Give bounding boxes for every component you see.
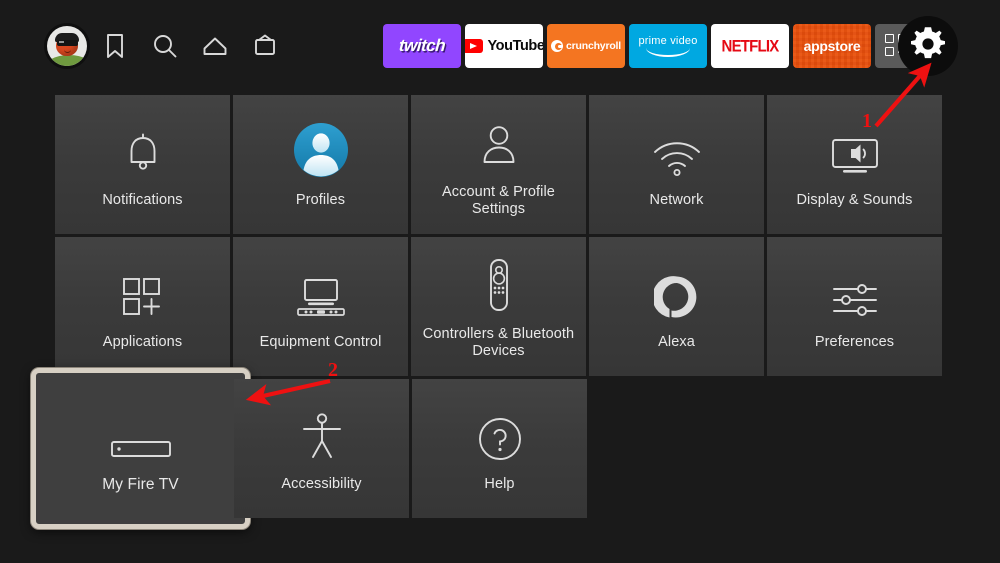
fire-tv-settings-screen: twitch YouTube crunchyroll prime video N…	[0, 0, 1000, 563]
app-label-netflix: NETFLIX	[721, 36, 780, 56]
tile-label: Help	[484, 476, 515, 492]
settings-tile-accessibility[interactable]: Accessibility	[234, 379, 409, 518]
tile-label: Applications	[102, 334, 183, 350]
app-shortcut-row: twitch YouTube crunchyroll prime video N…	[383, 24, 919, 68]
fire-tv-stick-icon	[110, 404, 172, 462]
tile-label: Network	[649, 192, 704, 208]
app-label-crunchyroll: crunchyroll	[566, 40, 621, 52]
top-navigation-bar: twitch YouTube crunchyroll prime video N…	[0, 0, 1000, 92]
profile-avatar[interactable]	[44, 23, 90, 69]
live-tv-icon[interactable]	[240, 20, 290, 72]
settings-row-3: My Fire TV Accessibility Help	[31, 368, 1000, 529]
avatar-image	[47, 26, 87, 66]
person-icon	[476, 112, 522, 170]
settings-tile-profiles[interactable]: Profiles	[233, 95, 408, 234]
sliders-icon	[829, 262, 881, 320]
settings-row-2: Applications Equipment Control Controlle…	[55, 237, 1000, 376]
accessibility-icon	[300, 404, 344, 462]
alexa-ring-icon	[653, 262, 700, 320]
profile-avatar-icon	[293, 120, 349, 178]
app-tile-netflix[interactable]: NETFLIX	[711, 24, 789, 68]
app-tile-youtube[interactable]: YouTube	[465, 24, 543, 68]
settings-tile-preferences[interactable]: Preferences	[767, 237, 942, 376]
settings-row-1: Notifications Profiles Account & Profile…	[55, 95, 1000, 234]
app-tile-prime-video[interactable]: prime video	[629, 24, 707, 68]
annotation-number-1: 1	[862, 110, 872, 132]
crunchyroll-logo-icon	[551, 40, 563, 52]
tile-label: Equipment Control	[259, 334, 382, 350]
settings-tile-my-fire-tv[interactable]: My Fire TV	[31, 368, 250, 529]
question-mark-icon	[477, 404, 523, 462]
app-label-prime-video: prime video	[638, 34, 698, 47]
app-tile-twitch[interactable]: twitch	[383, 24, 461, 68]
tile-label: Accessibility	[281, 476, 362, 492]
tile-label: Account & Profile Settings	[442, 183, 555, 217]
settings-tile-alexa[interactable]: Alexa	[589, 237, 764, 376]
wifi-icon	[651, 120, 703, 178]
youtube-play-icon	[465, 39, 484, 53]
settings-tile-controllers-bluetooth[interactable]: Controllers & Bluetooth Devices	[411, 237, 586, 376]
home-icon[interactable]	[190, 20, 240, 72]
tv-soundbar-icon	[295, 262, 347, 320]
settings-tile-display-sounds[interactable]: Display & Sounds	[767, 95, 942, 234]
settings-tile-applications[interactable]: Applications	[55, 237, 230, 376]
settings-tile-account-profile-settings[interactable]: Account & Profile Settings	[411, 95, 586, 234]
settings-tile-network[interactable]: Network	[589, 95, 764, 234]
tile-label: Notifications	[102, 192, 183, 208]
gear-icon	[907, 23, 949, 70]
settings-tile-equipment-control[interactable]: Equipment Control	[233, 237, 408, 376]
annotation-number-2: 2	[328, 359, 338, 381]
bell-icon	[121, 120, 165, 178]
tile-label: Profiles	[295, 192, 346, 208]
bookmark-icon[interactable]	[90, 20, 140, 72]
display-sound-icon	[827, 120, 883, 178]
settings-tile-grid: Notifications Profiles Account & Profile…	[0, 95, 1000, 532]
search-icon[interactable]	[140, 20, 190, 72]
amazon-smile-icon	[646, 48, 690, 57]
app-label-twitch: twitch	[398, 36, 446, 55]
tile-label: Alexa	[658, 334, 695, 350]
app-label-appstore: appstore	[803, 38, 861, 54]
app-tile-appstore[interactable]: appstore	[793, 24, 871, 68]
tile-label: Controllers & Bluetooth Devices	[422, 325, 575, 359]
app-label-youtube: YouTube	[487, 38, 543, 54]
tile-label: My Fire TV	[102, 476, 179, 493]
settings-tile-notifications[interactable]: Notifications	[55, 95, 230, 234]
tile-label: Display & Sounds	[796, 192, 913, 208]
settings-tile-help[interactable]: Help	[412, 379, 587, 518]
settings-gear-button[interactable]	[898, 16, 958, 76]
remote-control-icon	[484, 254, 514, 312]
app-tile-crunchyroll[interactable]: crunchyroll	[547, 24, 625, 68]
tile-label: Preferences	[814, 334, 895, 350]
nav-icon-group	[44, 20, 290, 72]
apps-grid-icon	[120, 262, 166, 320]
